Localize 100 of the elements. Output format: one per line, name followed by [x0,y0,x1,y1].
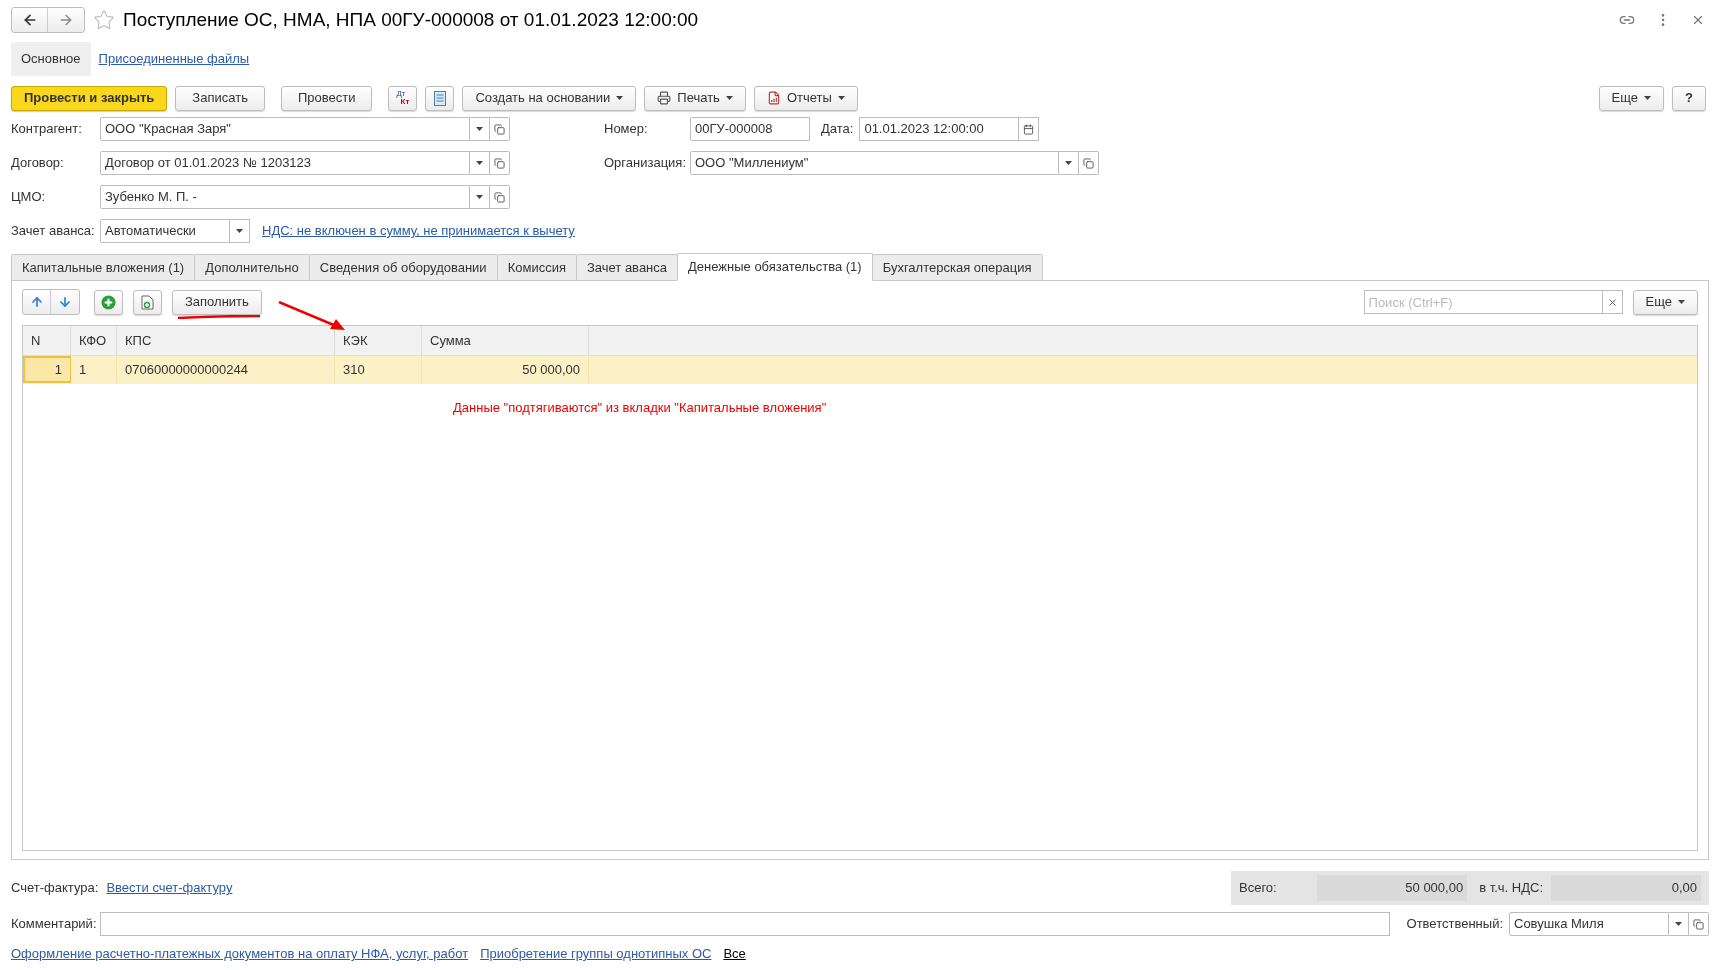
caret-icon [476,195,483,199]
table-more-button[interactable]: Еще [1632,289,1698,315]
open-icon [1693,918,1704,930]
tab[interactable]: Комиссия [496,254,577,281]
field-label: ЦМО: [11,188,47,207]
table-row[interactable]: 1 1 07060000000000244 310 50 000,00 [23,356,1697,384]
print-button[interactable]: Печать [644,85,746,111]
caret-icon [1065,161,1072,165]
caret-icon [236,229,243,233]
input-field[interactable]: ООО "Миллениум" [690,151,1059,175]
toolbar-button[interactable]: Записать [175,85,265,111]
input-field[interactable]: 00ГУ-000008 [690,117,810,141]
table-cell: 07060000000000244 [117,356,335,383]
close-icon[interactable] [1691,13,1705,27]
open-button[interactable] [490,185,510,209]
add-row-button[interactable] [94,289,123,315]
caret-icon [476,161,483,165]
invoice-link[interactable]: Ввести счет-фактуру [106,878,233,898]
date-field[interactable]: 01.01.2023 12:00:00 [859,117,1020,141]
help-button[interactable]: ? [1672,85,1706,111]
open-icon [494,191,505,203]
dt-kt-button[interactable]: Дт Кт [388,85,418,111]
create-based-on-button[interactable]: Создать на основании [462,85,637,111]
footer-link[interactable]: Оформление расчетно-платежных документов на оплату НФА, услуг, работ [11,944,469,964]
open-button[interactable] [490,151,510,175]
input-field[interactable]: Автоматически [100,219,230,243]
open-button[interactable] [490,117,510,141]
table-cell: 1 [71,356,117,383]
calendar-button[interactable] [1019,117,1040,141]
annotation-text: Данные "подтягиваются" из вкладки "Капитальные вложения" [453,399,827,417]
total-label: Всего: [1239,879,1277,898]
column-header[interactable]: КФО [71,326,117,355]
input-field[interactable]: Зубенко М. П. - [100,185,470,209]
dropdown-button[interactable] [230,219,250,243]
responsible-field[interactable]: Совушка Миля [1509,912,1669,936]
vat-label: в т.ч. НДС: [1479,879,1543,898]
open-icon [494,157,505,169]
caret-icon [1678,300,1685,304]
caret-icon [837,96,845,100]
table-cell: 310 [335,356,422,383]
calendar-icon [1023,123,1035,135]
field-label: Дата: [821,120,854,139]
plus-icon [101,294,116,310]
field-label: Организация: [604,154,688,173]
input-field[interactable]: Договор от 01.01.2023 № 1203123 [100,151,470,175]
dropdown-button[interactable] [470,185,490,209]
total-value: 50 000,00 [1317,875,1468,901]
field-label: Договор: [11,154,65,173]
footer-link[interactable]: Приобретение группы однотипных ОС [480,944,712,964]
open-icon [494,123,505,135]
caret-icon [1644,96,1652,100]
tab[interactable]: Дополнительно [194,254,310,281]
list-icon [433,90,446,106]
column-header[interactable]: N [23,326,71,355]
field-label: Контрагент: [11,120,83,139]
caret-icon [1675,922,1682,926]
printer-icon [657,91,672,105]
caret-icon [725,96,733,100]
field-label: Зачет аванса: [11,222,96,241]
dropdown-button[interactable] [1059,151,1079,175]
field-label: Счет-фактура: [11,879,99,898]
post-and-close-button[interactable]: Провести и закрыть [11,85,168,111]
comment-field[interactable] [100,912,1390,936]
report-icon [766,91,781,105]
input-field[interactable]: ООО "Красная Заря" [100,117,470,141]
more-button[interactable]: Еще [1598,85,1665,111]
tab[interactable]: Бухгалтерская операция [871,254,1043,281]
window-title: Поступление ОС, НМА, НПА 00ГУ-000008 от 01.01.2023 12:00:00 [123,7,699,32]
dropdown-button[interactable] [1669,912,1689,936]
annotation-arrow [278,301,346,331]
column-header[interactable]: Сумма [422,326,589,355]
caret-icon [616,96,624,100]
table-cell: 1 [23,356,71,383]
favorite-star-icon[interactable] [93,9,115,31]
tab[interactable]: Денежные обязательства (1) [677,253,873,281]
forward-icon [58,12,74,28]
open-button[interactable] [1079,151,1099,175]
section-tab[interactable]: Присоединенные файлы [94,42,254,76]
tab[interactable]: Сведения об оборудовании [308,254,498,281]
fill-button[interactable]: Заполнить [172,289,262,315]
reports-button[interactable]: Отчеты [753,85,858,111]
vat-link[interactable]: НДС: не включен в сумму, не принимается к вычету [262,221,575,241]
open-button[interactable] [1689,912,1709,936]
copy-row-button[interactable] [133,289,162,315]
caret-icon [476,127,483,131]
clear-search-button[interactable] [1602,290,1623,314]
section-tab[interactable]: Основное [11,42,91,76]
open-icon [1083,157,1094,169]
vat-value: 0,00 [1551,875,1701,901]
field-label: Комментарий: [11,915,98,934]
dropdown-button[interactable] [470,151,490,175]
tab[interactable]: Капитальные вложения (1) [11,254,196,281]
field-label: Номер: [604,120,649,139]
field-label: Ответственный: [1406,915,1503,934]
search-field[interactable]: Поиск (Ctrl+F) [1363,290,1603,314]
dropdown-button[interactable] [470,117,490,141]
toolbar-button[interactable]: Провести [280,85,373,111]
list-button[interactable] [425,85,455,111]
clear-icon [1606,296,1618,308]
footer-link[interactable]: Все [723,944,746,964]
